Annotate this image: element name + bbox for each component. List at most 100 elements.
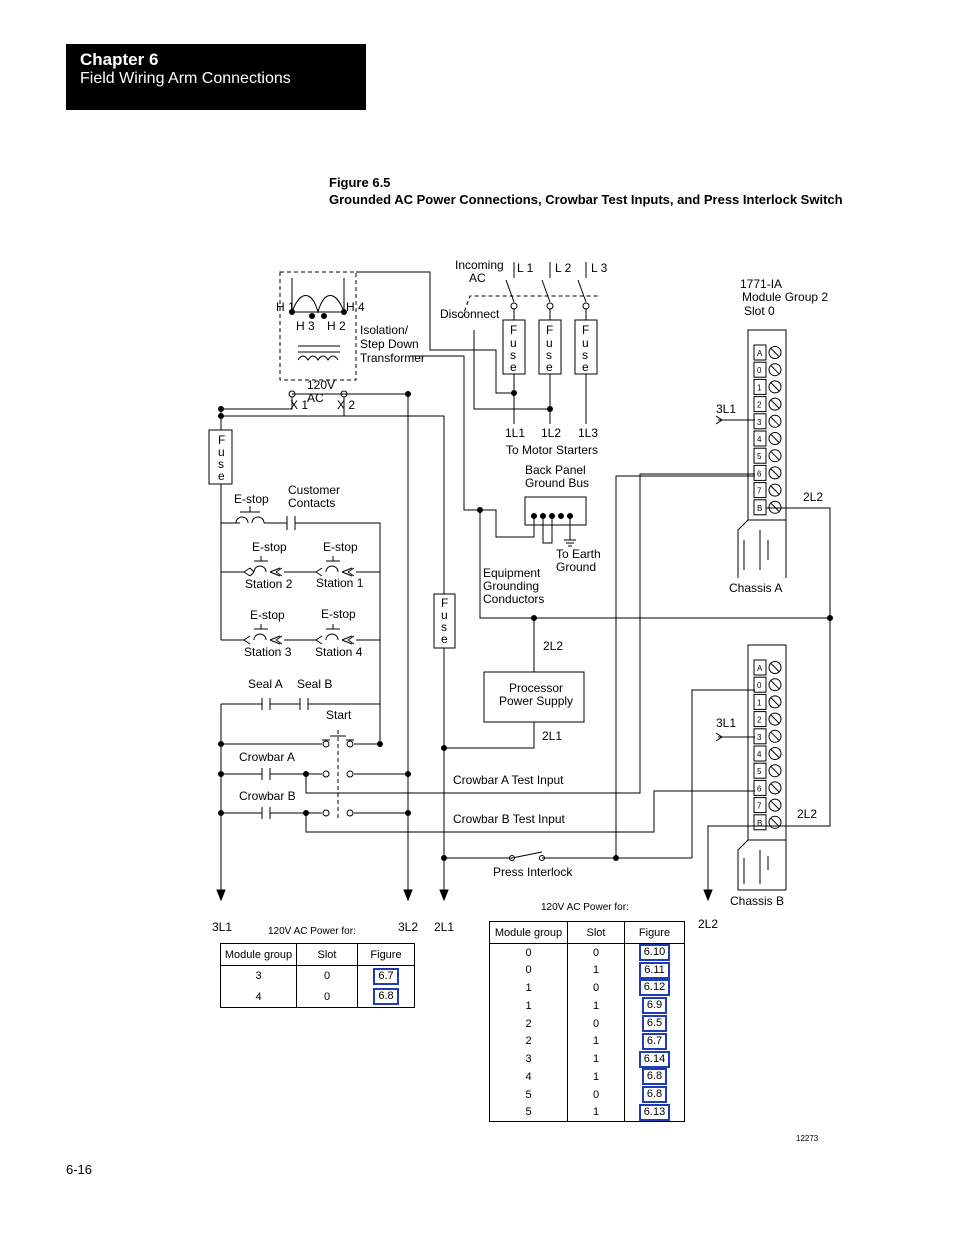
- module-group-cell: 0: [489, 943, 568, 962]
- module-group-cell: 4: [489, 1068, 568, 1086]
- table-row: 3 1 6.14: [489, 1050, 685, 1069]
- svg-text:Station 1: Station 1: [316, 576, 364, 590]
- svg-text:F: F: [582, 323, 589, 337]
- h3-label: H 3: [296, 319, 315, 333]
- chassis-a-terminals: A 0 1 2 3 4 5 6 7 B: [753, 344, 782, 516]
- l3-label: L 3: [591, 261, 608, 275]
- terminal-label: 5: [757, 767, 762, 776]
- incoming-ac-label-2: AC: [469, 271, 486, 285]
- svg-text:120V AC Power for:: 120V AC Power for:: [541, 902, 629, 913]
- svg-text:Processor: Processor: [509, 681, 563, 695]
- slot-cell: 1: [567, 1032, 625, 1051]
- svg-text:Crowbar A: Crowbar A: [239, 750, 295, 764]
- figure-link[interactable]: 6.9: [625, 997, 685, 1015]
- svg-text:Ground Bus: Ground Bus: [525, 476, 589, 490]
- svg-text:Grounding: Grounding: [483, 579, 539, 593]
- module-group-cell: 2: [489, 1014, 568, 1033]
- header-module-group: Module group: [489, 921, 568, 944]
- module-group-cell: 5: [489, 1103, 568, 1122]
- table-row: 1 1 6.9: [489, 996, 685, 1015]
- header-figure: Figure: [638, 926, 671, 939]
- x2-label: X 2: [337, 398, 355, 412]
- svg-text:E-stop: E-stop: [323, 540, 358, 554]
- module-group-cell: 0: [489, 961, 568, 980]
- ground-bus-labels: Back Panel Ground Bus To Earth Ground Eq…: [483, 463, 601, 743]
- svg-text:12273: 12273: [796, 1134, 819, 1143]
- chassis-b: [737, 644, 787, 891]
- module-group-cell: 3: [220, 965, 297, 987]
- svg-text:Station 4: Station 4: [315, 645, 363, 659]
- svg-text:Chassis A: Chassis A: [729, 581, 782, 595]
- table-row: 2 1 6.7: [489, 1032, 685, 1051]
- terminal-label: 0: [757, 681, 762, 690]
- slot-cell: 1: [567, 1103, 625, 1122]
- svg-text:Station 2: Station 2: [245, 577, 293, 591]
- svg-text:e: e: [582, 360, 589, 374]
- table-row: 4 1 6.8: [489, 1068, 685, 1086]
- figure-link[interactable]: 6.7: [358, 966, 415, 987]
- figure-link[interactable]: 6.11: [625, 961, 685, 979]
- svg-text:e: e: [218, 469, 225, 483]
- figure-link[interactable]: 6.8: [625, 1086, 685, 1104]
- l1-label: L 1: [517, 261, 534, 275]
- figure-link[interactable]: 6.10: [625, 944, 685, 962]
- svg-text:2L1: 2L1: [434, 920, 454, 934]
- ground-bus: [410, 355, 830, 723]
- 1l2-label: 1L2: [541, 426, 561, 440]
- figure-link[interactable]: 6.14: [625, 1050, 685, 1068]
- chassis-a: [737, 329, 787, 578]
- v120-label-2: AC: [307, 391, 324, 405]
- slot-cell: 1: [567, 1068, 625, 1086]
- header-module-group: Module group: [220, 943, 297, 966]
- output-arrows: [216, 889, 713, 902]
- svg-text:1771-IA: 1771-IA: [740, 277, 782, 291]
- table-row: 5 1 6.13: [489, 1103, 685, 1122]
- module-group-cell: 2: [489, 1032, 568, 1051]
- h2-label: H 2: [327, 319, 346, 333]
- svg-text:E-stop: E-stop: [234, 492, 269, 506]
- h4-label: H 4: [346, 300, 365, 314]
- figure-link[interactable]: 6.7: [625, 1032, 685, 1050]
- svg-text:E-stop: E-stop: [250, 608, 285, 622]
- slot-cell: 0: [296, 965, 358, 987]
- terminal-label: 1: [757, 698, 762, 707]
- svg-text:2L2: 2L2: [698, 917, 718, 931]
- svg-text:Back Panel: Back Panel: [525, 463, 586, 477]
- table-row: 4 0 6.8: [220, 986, 415, 1008]
- to-motor-label: To Motor Starters: [506, 443, 598, 457]
- terminal-label: A: [757, 664, 763, 673]
- figure-link[interactable]: 6.8: [625, 1068, 685, 1086]
- incoming-ac-label-1: Incoming: [455, 258, 504, 272]
- svg-text:Seal B: Seal B: [297, 677, 332, 691]
- svg-text:F: F: [510, 323, 517, 337]
- terminal-label: 4: [757, 750, 762, 759]
- terminal-label: 6: [757, 784, 762, 793]
- svg-text:120V AC Power for:: 120V AC Power for:: [268, 926, 356, 937]
- table-row: 2 0 6.5: [489, 1014, 685, 1033]
- svg-text:e: e: [441, 632, 448, 646]
- slot-cell: 0: [567, 979, 625, 997]
- slot-cell: 0: [296, 986, 358, 1008]
- module-group-cell: 3: [489, 1050, 568, 1069]
- svg-text:3L2: 3L2: [398, 920, 418, 934]
- figure-link[interactable]: 6.5: [625, 1015, 685, 1033]
- header-slot: Slot: [296, 943, 358, 966]
- svg-text:3L1: 3L1: [716, 716, 736, 730]
- disconnect-label: Disconnect: [440, 307, 500, 321]
- slot-cell: 0: [567, 1085, 625, 1104]
- svg-text:2L2: 2L2: [803, 490, 823, 504]
- table-row: 1 0 6.12: [489, 979, 685, 997]
- transformer-label-2: Step Down: [360, 337, 419, 351]
- module-group-cell: 1: [489, 996, 568, 1015]
- figure-link[interactable]: 6.13: [625, 1103, 685, 1122]
- terminal-label: 4: [757, 435, 762, 444]
- h1-label: H 1: [276, 300, 295, 314]
- svg-text:Contacts: Contacts: [288, 496, 335, 510]
- terminal-label: A: [757, 349, 763, 358]
- svg-text:Customer: Customer: [288, 483, 340, 497]
- svg-text:2L2: 2L2: [797, 807, 817, 821]
- terminal-label: 7: [757, 802, 762, 811]
- figure-link[interactable]: 6.8: [358, 987, 415, 1008]
- module-group-cell: 4: [220, 986, 297, 1008]
- figure-link[interactable]: 6.12: [625, 979, 685, 997]
